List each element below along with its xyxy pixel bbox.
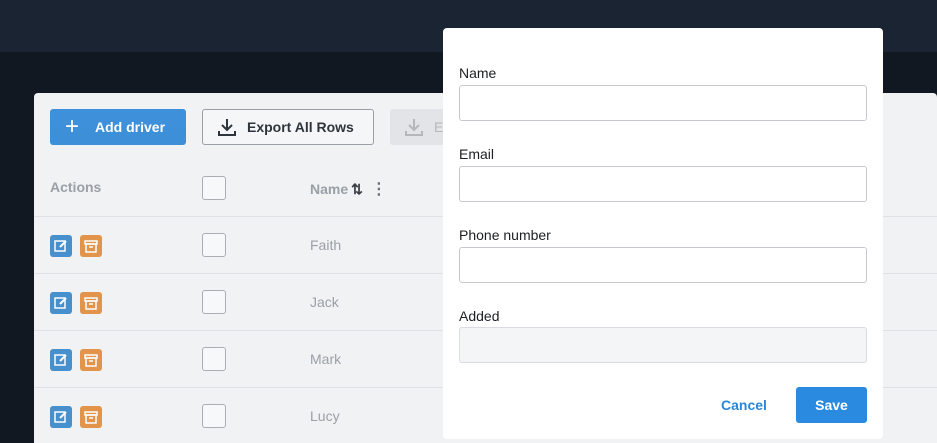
export-selected-label: E bbox=[434, 119, 444, 135]
save-button[interactable]: Save bbox=[796, 387, 867, 423]
edit-icon[interactable] bbox=[50, 235, 72, 257]
actions-column-header: Actions bbox=[50, 179, 102, 195]
table-toolbar: + Add driver Export All Rows E bbox=[50, 109, 450, 145]
name-field[interactable] bbox=[459, 85, 867, 121]
phone-number-field-label: Phone number bbox=[459, 227, 551, 243]
name-field-label: Name bbox=[459, 65, 497, 81]
name-column-label: Name bbox=[310, 181, 349, 197]
select-all-checkbox[interactable] bbox=[202, 176, 226, 200]
added-field-label: Added bbox=[459, 308, 500, 324]
email-field-label: Email bbox=[459, 146, 495, 162]
add-driver-label: Add driver bbox=[95, 119, 166, 135]
row-checkbox[interactable] bbox=[202, 233, 226, 257]
plus-icon: + bbox=[65, 113, 80, 140]
driver-name: Mark bbox=[310, 351, 342, 367]
added-field bbox=[459, 327, 867, 363]
sort-icon[interactable]: ⇅ bbox=[351, 181, 363, 198]
edit-icon[interactable] bbox=[50, 349, 72, 371]
archive-icon[interactable] bbox=[80, 235, 102, 257]
archive-icon[interactable] bbox=[80, 292, 102, 314]
download-icon bbox=[218, 119, 236, 136]
email-field[interactable] bbox=[459, 166, 867, 202]
column-menu-icon[interactable]: ⋮ bbox=[371, 179, 387, 199]
download-icon bbox=[405, 119, 423, 136]
archive-icon[interactable] bbox=[80, 349, 102, 371]
export-all-rows-button[interactable]: Export All Rows bbox=[202, 109, 374, 145]
cancel-button[interactable]: Cancel bbox=[713, 387, 775, 423]
row-checkbox[interactable] bbox=[202, 347, 226, 371]
export-selected-button[interactable]: E bbox=[390, 109, 450, 145]
add-driver-button[interactable]: + Add driver bbox=[50, 109, 186, 145]
name-column-header[interactable]: Name ⇅ ⋮ bbox=[310, 179, 387, 199]
edit-icon[interactable] bbox=[50, 406, 72, 428]
row-checkbox[interactable] bbox=[202, 404, 226, 428]
driver-name: Jack bbox=[310, 294, 339, 310]
driver-name: Faith bbox=[310, 237, 342, 253]
driver-name: Lucy bbox=[310, 408, 340, 424]
phone-number-field[interactable] bbox=[459, 247, 867, 283]
archive-icon[interactable] bbox=[80, 406, 102, 428]
edit-icon[interactable] bbox=[50, 292, 72, 314]
export-all-rows-label: Export All Rows bbox=[247, 119, 354, 135]
row-checkbox[interactable] bbox=[202, 290, 226, 314]
driver-form-modal: Name Email Phone number Added Cancel Sav… bbox=[443, 28, 883, 439]
